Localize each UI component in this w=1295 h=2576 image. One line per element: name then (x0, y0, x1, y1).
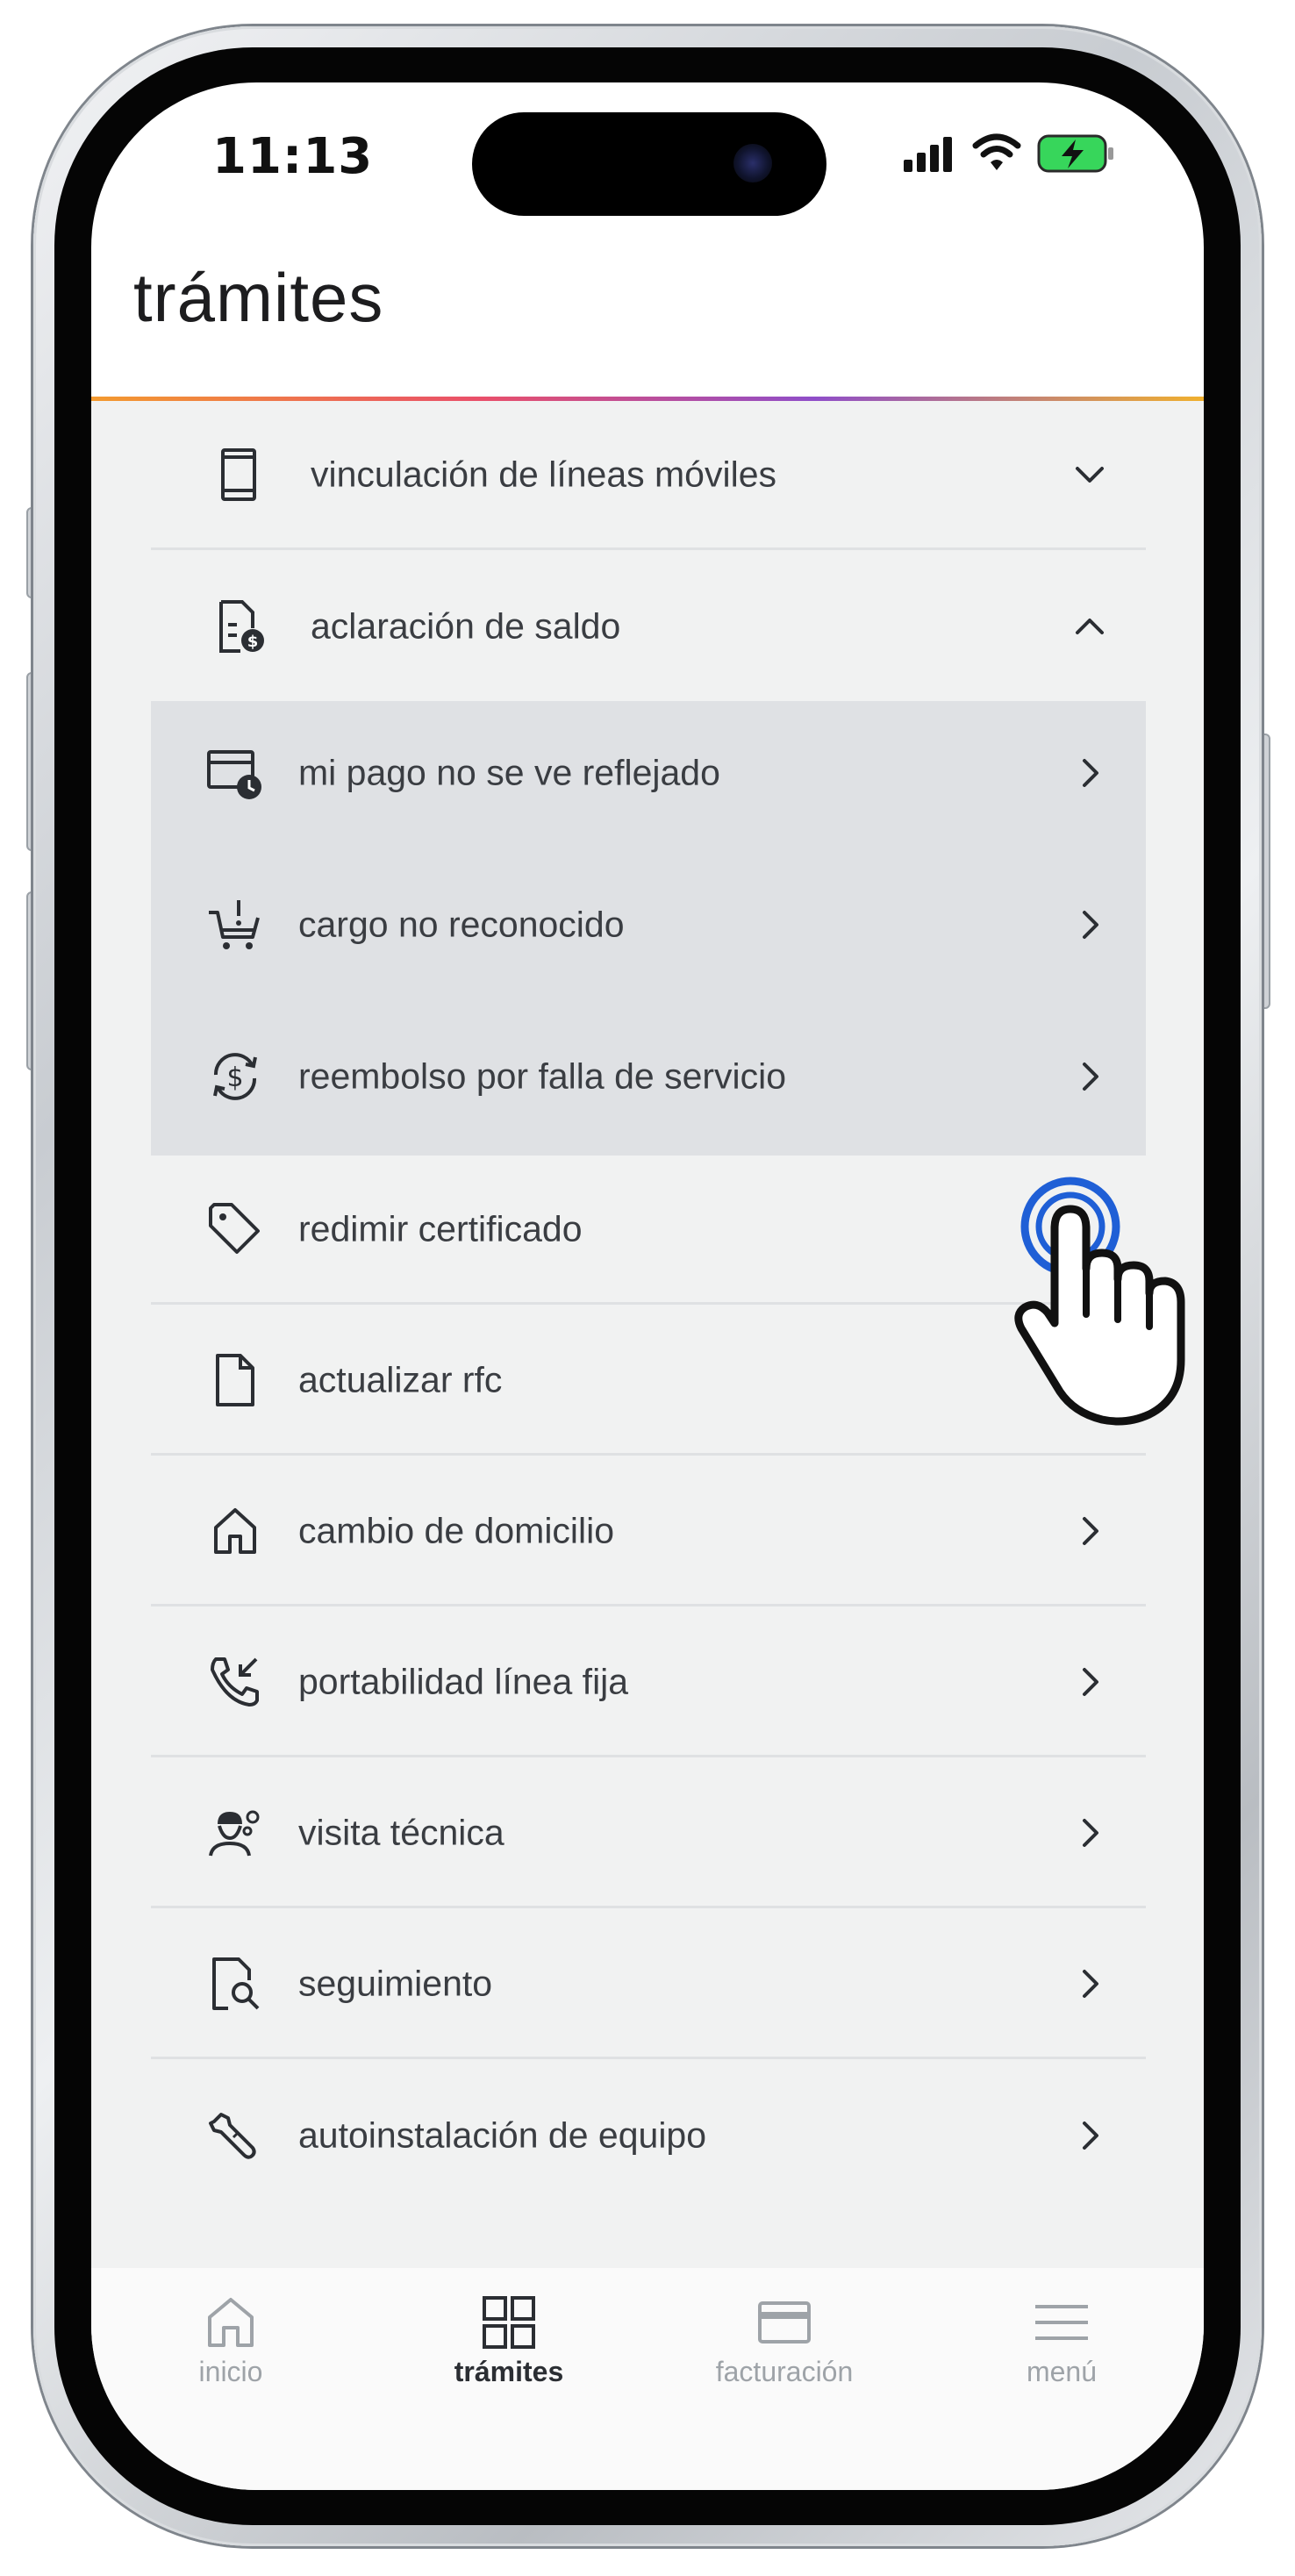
status-time: 11:13 (212, 128, 374, 185)
list-item-seguimiento[interactable]: seguimiento (151, 1910, 1146, 2059)
submenu-item[interactable]: mi pago no se ve reflejado (151, 698, 1146, 848)
wrench-icon (207, 2107, 263, 2164)
list-item-visita[interactable]: visita técnica (151, 1759, 1146, 1908)
list-item-redimir[interactable]: redimir certificado (151, 1156, 1146, 1305)
accordion-vinculacion[interactable]: vinculación de líneas móviles (151, 401, 1146, 550)
dynamic-island (472, 112, 826, 216)
submenu-item-label: mi pago no se ve reflejado (298, 752, 720, 793)
submenu-item-label: cargo no reconocido (298, 904, 625, 945)
list-item-rfc[interactable]: actualizar rfc (151, 1306, 1146, 1456)
chevron-right-icon (1072, 755, 1107, 791)
nav-menu[interactable]: menú (965, 2294, 1158, 2388)
accordion-aclaracion[interactable]: $ aclaración de saldo (151, 552, 1146, 701)
list-item-label: actualizar rfc (298, 1359, 503, 1399)
phone-incoming-icon (207, 1654, 263, 1710)
chevron-right-icon (1072, 2118, 1107, 2153)
nav-label: menú (1026, 2356, 1098, 2387)
list-item-autoinstalacion[interactable]: autoinstalación de equipo (151, 2061, 1146, 2210)
card-icon (756, 2294, 812, 2351)
submenu-item[interactable]: $ reembolso por falla de servicio (151, 1002, 1146, 1151)
home-icon (203, 2294, 259, 2351)
page-title: trámites (133, 259, 384, 336)
list-item-label: redimir certificado (298, 1208, 583, 1249)
nav-tramites[interactable]: trámites (412, 2294, 605, 2388)
grid-icon (481, 2294, 537, 2351)
list-item-label: portabilidad línea fija (298, 1661, 629, 1701)
accordion-label: aclaración de saldo (311, 605, 621, 647)
signal-icon (904, 135, 956, 172)
list-item-label: cambio de domicilio (298, 1510, 615, 1550)
list-item-label: visita técnica (298, 1812, 504, 1852)
cart-alert-icon (207, 897, 263, 953)
chevron-right-icon (1072, 1815, 1107, 1850)
nav-label: inicio (198, 2356, 263, 2387)
chevron-right-icon (1072, 907, 1107, 942)
nav-inicio[interactable]: inicio (134, 2294, 327, 2388)
refund-dollar-icon: $ (207, 1048, 263, 1105)
chevron-down-icon (1072, 457, 1107, 492)
svg-text:$: $ (226, 1063, 243, 1093)
hamburger-icon (1034, 2294, 1090, 2351)
phone-device-icon (211, 447, 267, 503)
document-dollar-icon: $ (211, 598, 267, 655)
chevron-right-icon (1072, 1966, 1107, 2001)
list-item-label: seguimiento (298, 1963, 493, 2003)
chevron-right-icon (1072, 1059, 1107, 1094)
file-icon (207, 1352, 263, 1408)
svg-text:$: $ (247, 633, 259, 651)
tag-icon (207, 1201, 263, 1257)
chevron-up-icon (1072, 609, 1107, 644)
submenu-item-label: reembolso por falla de servicio (298, 1055, 787, 1097)
camera-icon (733, 144, 772, 182)
screen: 11:13 trámites vinculación de líneas móv… (91, 82, 1204, 2490)
battery-charging-icon (1037, 133, 1118, 174)
chevron-right-icon (1072, 1664, 1107, 1699)
nav-label: facturación (715, 2356, 854, 2387)
tap-gesture-icon (1011, 1165, 1204, 1455)
chevron-right-icon (1072, 1513, 1107, 1549)
nav-facturacion[interactable]: facturación (688, 2294, 881, 2388)
submenu-item[interactable]: cargo no reconocido (151, 850, 1146, 999)
technician-icon (207, 1805, 263, 1861)
document-search-icon (207, 1956, 263, 2012)
accordion-label: vinculación de líneas móviles (311, 454, 776, 494)
list-item-label: autoinstalación de equipo (298, 2114, 707, 2156)
list-item-portabilidad[interactable]: portabilidad línea fija (151, 1608, 1146, 1757)
wifi-icon (972, 132, 1021, 174)
card-clock-icon (207, 745, 263, 801)
bottom-nav: inicio trámites facturación menú (91, 2268, 1204, 2490)
nav-label: trámites (454, 2356, 564, 2387)
list-item-domicilio[interactable]: cambio de domicilio (151, 1457, 1146, 1606)
home-icon (207, 1503, 263, 1559)
